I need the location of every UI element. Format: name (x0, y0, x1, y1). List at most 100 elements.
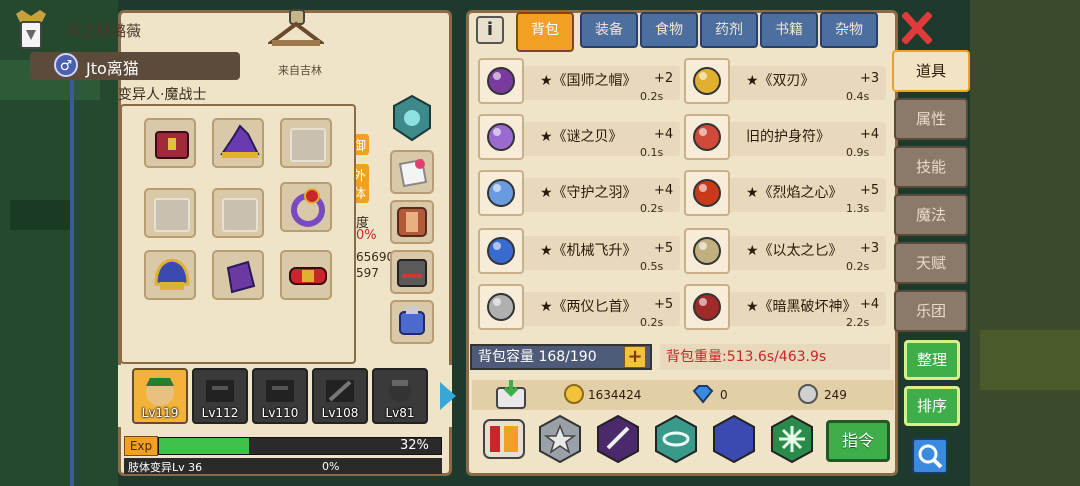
dark-sword-icon (684, 284, 730, 330)
vortex-skill-icon[interactable] (652, 414, 700, 464)
silver-amount: 249 (824, 388, 847, 402)
nav-magic[interactable]: 魔法 (894, 194, 968, 236)
item-count: +5 (654, 241, 674, 256)
stat-value: 65690 (356, 250, 395, 264)
equip-slot[interactable] (390, 250, 434, 294)
sort-button[interactable]: 排序 (904, 386, 960, 426)
equip-slot[interactable] (212, 118, 264, 168)
equip-slot[interactable] (390, 300, 434, 344)
wardrobe-hanger-icon[interactable] (268, 6, 324, 50)
item-name: ★《以太之匕》 (746, 243, 843, 259)
inventory-item[interactable]: ★《两仪匕首》 +5 0.2s (478, 282, 680, 332)
inventory-item[interactable]: ★《守护之羽》 +4 0.2s (478, 168, 680, 218)
mech-wing-icon (478, 228, 524, 274)
gem-shield-icon[interactable] (390, 94, 434, 142)
dagger-icon (478, 284, 524, 330)
inventory-item[interactable]: ★《双刃》 +3 0.4s (684, 56, 886, 106)
team-member-2[interactable]: Lv112 (192, 368, 248, 424)
gold-helmet-icon (154, 258, 190, 290)
red-chest-icon (155, 131, 189, 159)
item-name: ★《双刃》 (746, 73, 815, 89)
equip-slot[interactable] (144, 118, 196, 168)
star-skill-icon[interactable] (536, 414, 584, 464)
inventory-item[interactable]: 旧的护身符》 +4 0.9s (684, 112, 886, 162)
inventory-item[interactable]: ★《以太之匕》 +3 0.2s (684, 226, 886, 276)
empty-slot-placeholder-icon (154, 198, 190, 232)
tab-potion[interactable]: 药剂 (700, 12, 758, 48)
inventory-item[interactable]: ★《谜之贝》 +4 0.1s (478, 112, 680, 162)
search-icon (918, 444, 943, 469)
empty-equip-slot[interactable] (144, 188, 196, 238)
nav-band[interactable]: 乐团 (894, 290, 968, 332)
team-member-5[interactable]: Lv81 (372, 368, 428, 424)
item-count: +3 (860, 71, 880, 86)
wizard-hat-icon (478, 58, 524, 104)
empty-equip-slot[interactable] (212, 188, 264, 238)
member-level: Lv119 (141, 406, 179, 420)
member-level: Lv112 (201, 406, 239, 420)
locked-portrait-icon (206, 380, 234, 402)
item-name: 旧的护身符》 (746, 129, 830, 145)
grass-tile (980, 330, 1080, 390)
item-name: ★《暗黑破坏神》 (746, 299, 857, 315)
equip-slot[interactable] (280, 250, 332, 300)
stat-percent: 0% (356, 228, 377, 243)
tab-backpack[interactable]: 背包 (516, 12, 574, 52)
tab-equipment[interactable]: 装备 (580, 12, 638, 48)
arrange-button[interactable]: 整理 (904, 340, 960, 380)
equip-slot[interactable] (390, 200, 434, 244)
hotkey-123-icon[interactable] (480, 414, 528, 464)
item-count: +2 (654, 71, 674, 86)
expand-capacity-button[interactable]: + (624, 346, 646, 368)
next-team-arrow-icon[interactable] (440, 382, 456, 410)
equip-slot[interactable] (212, 250, 264, 300)
gold-amount: 1634424 (588, 388, 642, 402)
item-weight: 0.1s (640, 146, 664, 159)
ether-dagger-icon (684, 228, 730, 274)
team-member-4[interactable]: Lv108 (312, 368, 368, 424)
forest-background-right (970, 0, 1080, 486)
team-member-3[interactable]: Lv110 (252, 368, 308, 424)
shell-icon (478, 114, 524, 160)
item-count: +5 (654, 297, 674, 312)
nav-items[interactable]: 道具 (892, 50, 970, 92)
hero-name: Jto离猫 (86, 59, 139, 78)
silver-coin-icon (798, 384, 818, 404)
team-member-1[interactable]: Lv119 (132, 368, 188, 424)
close-icon[interactable] (902, 12, 932, 44)
equip-slot[interactable] (390, 150, 434, 194)
equip-slot[interactable] (280, 182, 332, 232)
inventory-item[interactable]: ★《机械飞升》 +5 0.5s (478, 226, 680, 276)
amulet-icon (684, 58, 730, 104)
hero-origin: 来自吉林 (278, 64, 322, 77)
inventory-item[interactable]: ★《烈焰之心》 +5 1.3s (684, 168, 886, 218)
forest-tile (10, 200, 70, 230)
dark-slash-skill-icon[interactable] (594, 414, 642, 464)
member-level: Lv110 (261, 406, 299, 420)
inventory-item[interactable]: ★《国师之帽》 +2 0.2s (478, 56, 680, 106)
member-level: Lv108 (321, 406, 359, 420)
tab-books[interactable]: 书籍 (760, 12, 818, 48)
empty-slot-placeholder-icon (290, 128, 326, 162)
tab-food[interactable]: 食物 (640, 12, 698, 48)
item-weight: 1.3s (846, 202, 870, 215)
male-gender-icon: ♂ (54, 53, 78, 77)
equip-slot[interactable] (144, 250, 196, 300)
item-count: +4 (654, 183, 674, 198)
info-button[interactable]: i (476, 16, 504, 44)
diamond-icon (692, 385, 714, 404)
item-name: ★《守护之羽》 (540, 185, 637, 201)
nav-talent[interactable]: 天赋 (894, 242, 968, 284)
burst-skill-icon[interactable] (768, 414, 816, 464)
search-button[interactable] (912, 438, 948, 474)
nav-skills[interactable]: 技能 (894, 146, 968, 188)
inventory-item[interactable]: ★《暗黑破坏神》 +4 2.2s (684, 282, 886, 332)
nav-attributes[interactable]: 属性 (894, 98, 968, 140)
moon-skill-icon[interactable] (710, 414, 758, 464)
item-count: +4 (654, 127, 674, 142)
tab-misc[interactable]: 杂物 (820, 12, 878, 48)
empty-equip-slot[interactable] (280, 118, 332, 168)
storage-download-icon[interactable] (494, 378, 528, 412)
command-button[interactable]: 指令 (826, 420, 890, 462)
item-count: +4 (860, 127, 880, 142)
